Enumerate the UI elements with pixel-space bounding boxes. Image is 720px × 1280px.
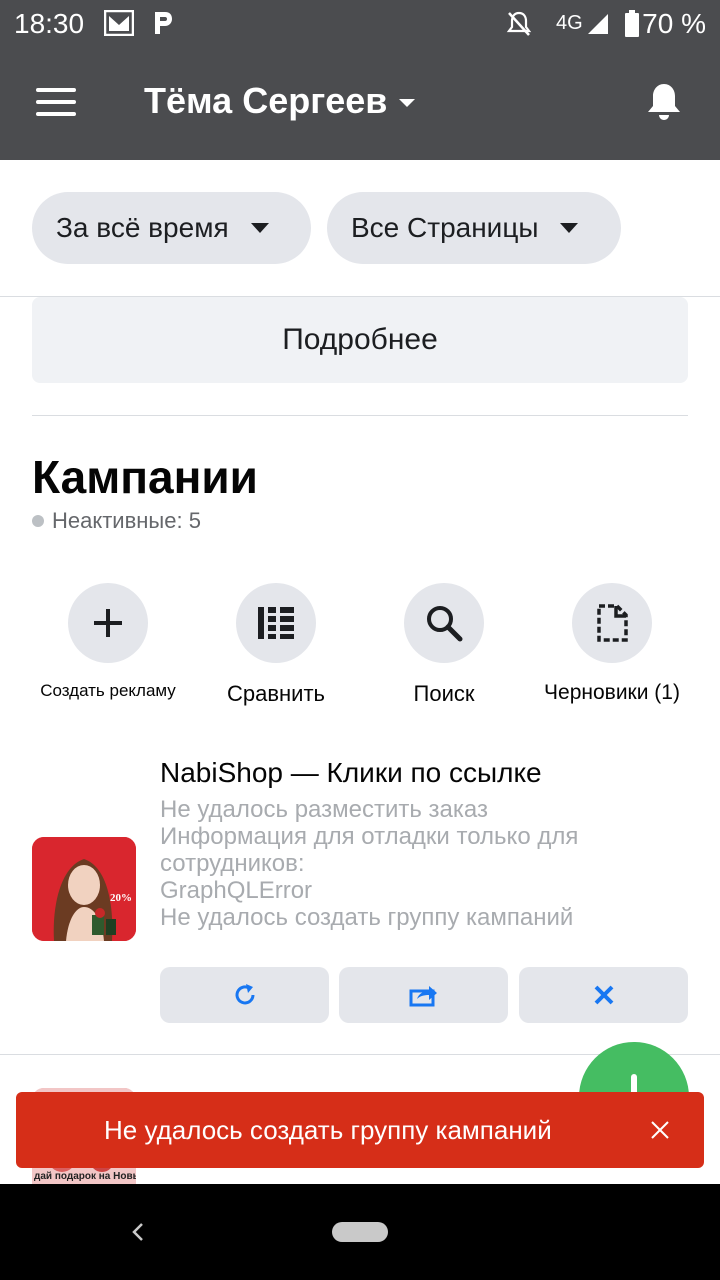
action-label: Черновики (1) <box>544 681 680 704</box>
gmail-icon <box>104 10 134 36</box>
network-type: 4G <box>556 12 583 34</box>
chevron-down-icon <box>560 223 579 233</box>
details-button[interactable]: Подробнее <box>32 297 688 383</box>
retry-button[interactable] <box>160 967 329 1023</box>
error-line: Не удалось разместить заказ <box>160 796 488 823</box>
bell-icon[interactable] <box>646 82 682 122</box>
dropdown-caret-icon <box>399 99 416 107</box>
draft-document-icon <box>597 604 628 642</box>
retry-icon <box>235 984 254 1005</box>
action-label: Сравнить <box>226 681 326 706</box>
close-icon[interactable] <box>648 1118 672 1142</box>
search-button[interactable]: Поиск <box>360 583 528 707</box>
mute-icon <box>506 11 532 36</box>
search-icon <box>427 606 463 642</box>
action-circle <box>236 583 316 663</box>
pages-filter[interactable]: Все Страницы <box>327 192 621 264</box>
status-bar: 18:30 4G 70 % <box>0 0 720 50</box>
inactive-count: Неактивные: 5 <box>52 508 201 533</box>
signal-icon <box>588 14 608 34</box>
campaign-thumbnail[interactable]: 20% <box>32 837 136 941</box>
action-circle <box>572 583 652 663</box>
error-line: GraphQLError <box>160 877 313 904</box>
app-p-icon <box>155 12 172 34</box>
compare-list-icon <box>258 607 294 639</box>
compare-button[interactable]: Сравнить <box>192 583 360 707</box>
close-icon <box>594 985 613 1005</box>
snackbar-message: Не удалось создать группу кампаний <box>104 1114 552 1145</box>
error-snackbar: Не удалось создать группу кампаний <box>16 1092 704 1168</box>
home-pill[interactable] <box>332 1222 388 1242</box>
create-ad-button[interactable]: Создать рекламу <box>24 583 192 701</box>
action-circle <box>68 583 148 663</box>
action-circle <box>404 583 484 663</box>
share-button[interactable] <box>339 967 508 1023</box>
period-filter-label: За всё время <box>56 212 229 243</box>
status-time: 18:30 <box>14 8 85 39</box>
campaign-error-message: Не удалось разместить заказ Информация д… <box>160 796 700 931</box>
error-line: Не удалось создать группу кампаний <box>160 904 574 931</box>
drafts-button[interactable]: Черновики (1) <box>528 583 696 705</box>
pages-filter-label: Все Страницы <box>351 212 539 243</box>
action-label: Поиск <box>413 681 475 706</box>
divider <box>32 415 688 416</box>
thumbnail-badge: 20% <box>110 892 132 904</box>
campaign-image: 20% <box>32 837 136 941</box>
back-icon[interactable] <box>128 1218 148 1246</box>
inactive-status: Неактивные: 5 <box>32 508 201 534</box>
menu-icon[interactable] <box>36 88 76 120</box>
error-line: Информация для отладки только для <box>160 823 579 850</box>
account-name: Тёма Сергеев <box>144 80 388 121</box>
error-line: сотрудников: <box>160 850 305 877</box>
action-label: Создать рекламу <box>40 681 176 700</box>
section-title: Кампании <box>32 451 258 503</box>
period-filter[interactable]: За всё время <box>32 192 311 264</box>
account-switcher[interactable]: Тёма Сергеев <box>144 80 416 122</box>
delete-button[interactable] <box>519 967 688 1023</box>
share-icon <box>409 986 437 1007</box>
battery-icon <box>625 10 639 37</box>
campaign-title[interactable]: NabiShop — Клики по ссылке <box>160 757 542 789</box>
plus-icon <box>94 609 122 637</box>
battery-percent: 70 % <box>642 8 706 39</box>
chevron-down-icon <box>250 223 269 233</box>
app-bar: Тёма Сергеев <box>0 50 720 160</box>
status-dot-icon <box>32 515 44 527</box>
thumbnail-text: дай подарок на Новый Г <box>34 1171 136 1182</box>
